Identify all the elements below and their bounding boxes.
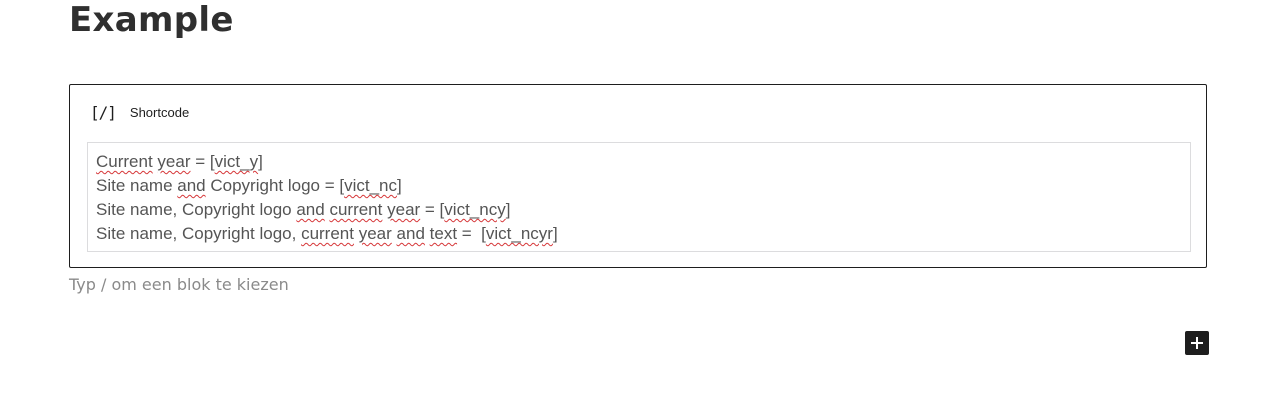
- spellcheck-word: vict_ncyr: [485, 224, 553, 243]
- shortcode-line: Site name, Copyright logo, current year …: [96, 222, 1182, 246]
- spellcheck-word: current: [329, 200, 383, 219]
- spellcheck-word: and: [177, 176, 206, 195]
- spellcheck-word: text: [429, 224, 458, 243]
- text-segment: Site name, Copyright logo,: [96, 224, 302, 243]
- add-block-button[interactable]: [1185, 331, 1209, 355]
- text-segment: = [: [190, 152, 215, 171]
- text-segment: ]: [505, 200, 511, 219]
- text-segment: = [: [420, 200, 445, 219]
- shortcode-icon: [/]: [90, 103, 117, 122]
- text-segment: ]: [397, 176, 402, 195]
- text-segment: ]: [258, 152, 263, 171]
- spellcheck-word: year: [157, 152, 191, 171]
- spellcheck-word: and: [396, 224, 425, 243]
- text-segment: = [: [457, 224, 486, 243]
- spellcheck-word: current: [301, 224, 354, 243]
- spellcheck-word: year: [387, 200, 421, 219]
- shortcode-line: Site name and Copyright logo = [vict_nc]: [96, 174, 1182, 198]
- text-segment: Site name: [96, 176, 178, 195]
- shortcode-line: Current year = [vict_y]: [96, 150, 1182, 174]
- text-segment: ]: [552, 224, 558, 243]
- plus-icon: [1191, 337, 1203, 349]
- page-title[interactable]: Example: [69, 0, 234, 44]
- spellcheck-word: vict_y: [214, 152, 259, 171]
- spellcheck-word: year: [358, 224, 392, 243]
- spellcheck-word: vict_ncy: [444, 200, 506, 219]
- spellcheck-word: vict_nc: [344, 176, 398, 195]
- text-segment: Site name, Copyright logo: [96, 200, 297, 219]
- shortcode-block[interactable]: [/] Shortcode Current year = [vict_y] Sit…: [69, 84, 1207, 268]
- block-appender-placeholder[interactable]: Typ / om een blok te kiezen: [69, 273, 289, 297]
- shortcode-textarea[interactable]: Current year = [vict_y] Site name and Cop…: [87, 142, 1191, 252]
- text-segment: Copyright logo = [: [205, 176, 345, 195]
- spellcheck-word: Current: [96, 152, 153, 171]
- block-title: Shortcode: [129, 105, 190, 120]
- block-label: [/] Shortcode: [90, 103, 189, 123]
- spellcheck-word: and: [296, 200, 325, 219]
- shortcode-line: Site name, Copyright logo and current ye…: [96, 198, 1182, 222]
